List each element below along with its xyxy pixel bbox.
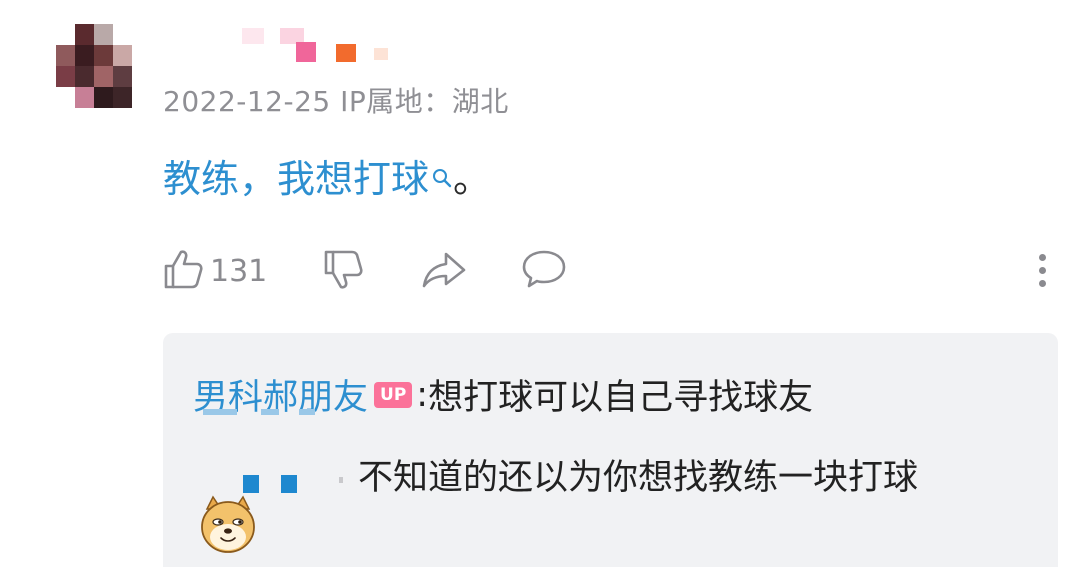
reply-box[interactable]: 男科郝朋友 UP : 想打球可以自己寻找球友 不知道的还以为你想找教练一块打球 — [163, 333, 1058, 567]
reply-colon: : — [416, 374, 429, 415]
ip-location: IP属地：湖北 — [340, 85, 509, 118]
comment-meta: 2022-12-25 IP属地：湖北 — [163, 80, 509, 120]
comment-text: 教练，我想打球。 — [163, 148, 491, 203]
comment-punctuation: 。 — [453, 157, 492, 201]
reply-text: 想打球可以自己寻找球友 — [428, 378, 814, 418]
reply-button[interactable] — [520, 246, 568, 296]
timestamp: 2022-12-25 — [163, 85, 331, 118]
avatar[interactable] — [56, 24, 132, 108]
comment-screen: 2022-12-25 IP属地：湖北 教练，我想打球。 131 男科郝朋友 UP… — [0, 0, 1080, 567]
thumbs-down-icon — [320, 246, 366, 296]
doge-emoji-icon — [199, 495, 257, 555]
share-icon — [420, 246, 468, 296]
search-icon[interactable] — [431, 154, 453, 198]
comment-bubble-icon — [520, 246, 568, 296]
share-button[interactable] — [420, 246, 468, 296]
more-vertical-icon[interactable] — [1030, 254, 1054, 294]
reply-second-line: 不知道的还以为你想找教练一块打球 — [358, 458, 919, 498]
pixelated-underline — [203, 409, 333, 419]
username-pixelated[interactable] — [236, 26, 416, 66]
thumbs-up-icon — [160, 246, 206, 296]
like-count: 131 — [210, 253, 268, 289]
dislike-button[interactable] — [320, 246, 366, 296]
like-button[interactable]: 131 — [160, 246, 267, 296]
up-badge: UP — [374, 381, 413, 408]
search-keyword-link[interactable]: 教练，我想打球 — [163, 157, 429, 201]
pixelated-name — [243, 473, 343, 495]
